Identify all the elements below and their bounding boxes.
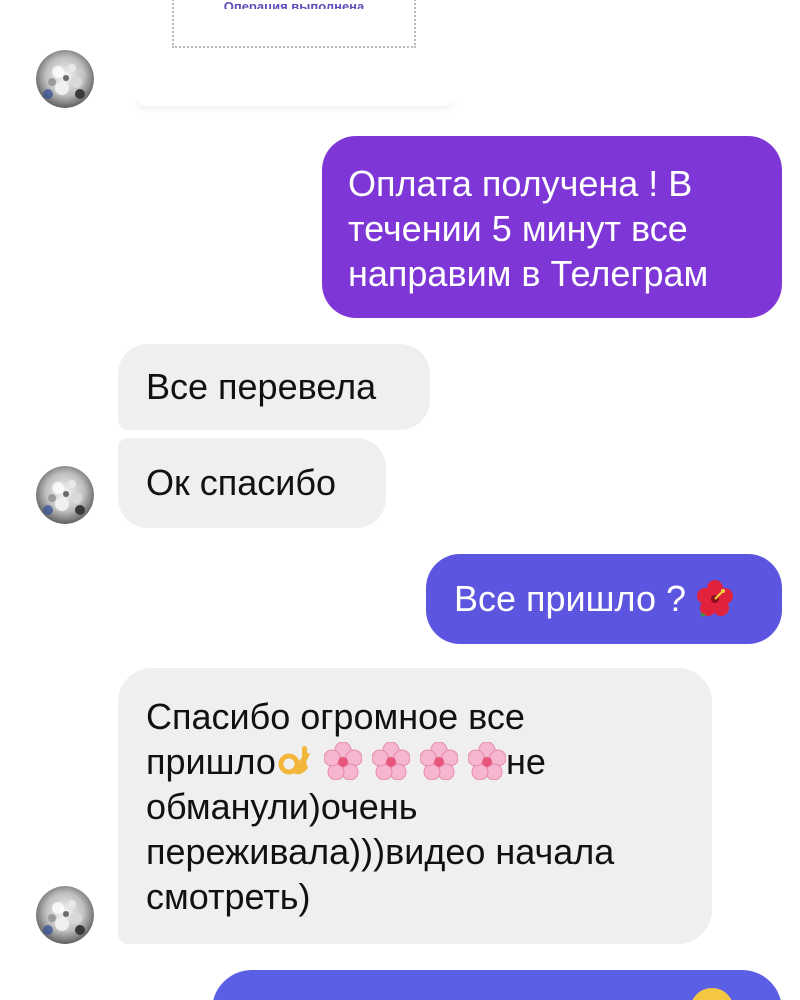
shared-receipt-card[interactable]: Операция выполнена [172,0,416,48]
chat-thread: Операция выполнена Оплата получена ! В т… [0,0,800,1000]
ok-hand-emoji-icon [276,742,314,780]
message-text-line: направим в Телеграм [348,253,709,294]
incoming-message[interactable]: Все перевела [118,344,430,430]
contact-avatar[interactable] [36,886,94,944]
cherry-blossom-emoji-icon [371,742,410,780]
avatar-glitter-icon [36,466,94,524]
contact-avatar[interactable] [36,50,94,108]
message-text: Все перевела [146,366,377,407]
message-text-line: пришло не [146,739,712,784]
message-text-line: Спасибо огромное все [146,696,525,737]
receipt-status: Операция выполнена [223,0,365,9]
incoming-message[interactable]: Ок спасибо [118,438,386,528]
cherry-blossom-emoji-icon [323,742,362,780]
message-text-fragment: пришло [146,741,276,782]
contact-avatar[interactable] [36,466,94,524]
message-text-line: обманули)очень [146,786,418,827]
message-text-line: смотреть) [146,876,311,917]
message-text-line: переживала)))видео начала [146,831,615,872]
message-text-fragment: не [506,741,546,782]
message-text: Ок спасибо [146,462,337,503]
hibiscus-emoji-icon [696,579,734,617]
outgoing-message[interactable]: Все пришло ? [426,554,782,644]
cherry-blossom-emoji-icon [468,742,506,780]
cherry-blossom-emoji-icon [419,742,458,780]
message-text-line: течении 5 минут все [348,208,688,249]
outgoing-message-partial[interactable] [212,970,782,1000]
outgoing-message[interactable]: Оплата получена ! В течении 5 минут все … [322,136,782,318]
message-text: Все пришло ? [454,578,686,619]
message-text-line: Оплата получена ! В [348,163,693,204]
incoming-message[interactable]: Спасибо огромное все пришло не обманули)… [118,668,712,944]
avatar-glitter-icon [36,50,94,108]
shared-post-edge [136,96,454,106]
smiley-emoji-icon [690,988,734,1000]
avatar-glitter-icon [36,886,94,944]
